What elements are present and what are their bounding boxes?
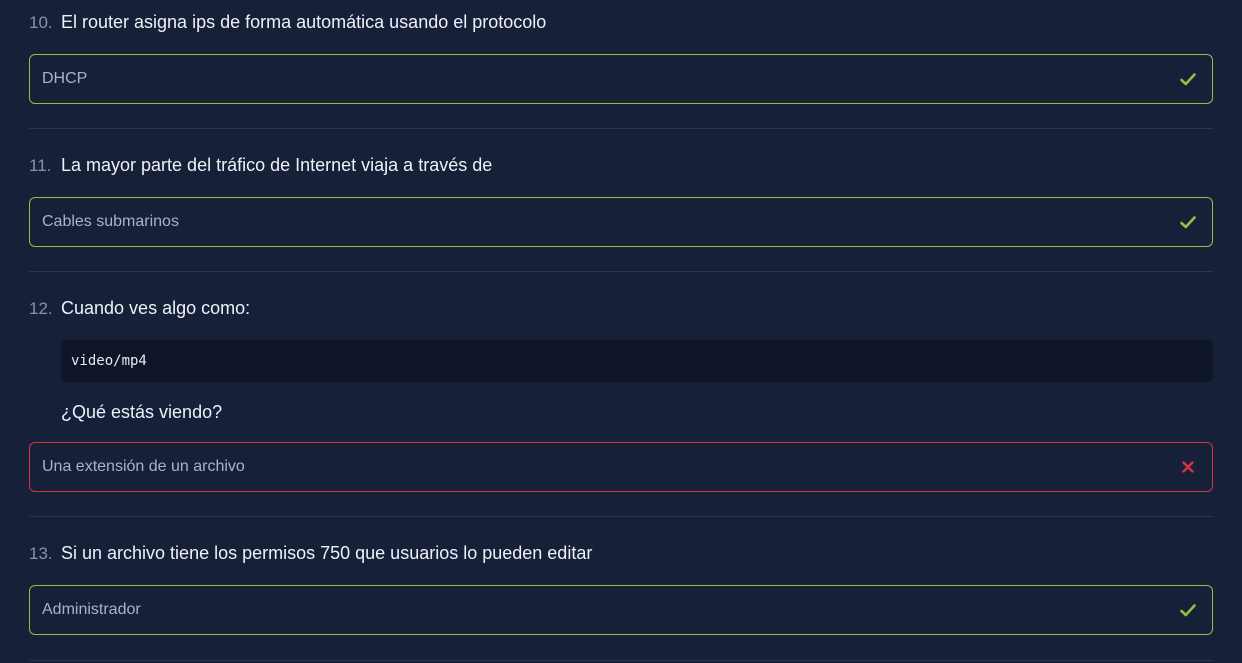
question-text: El router asigna ips de forma automática… [61, 12, 547, 32]
close-icon [1176, 455, 1200, 479]
code-snippet: video/mp4 [61, 340, 1213, 382]
question-12: 12. Cuando ves algo como: video/mp4 ¿Qué… [29, 298, 1213, 498]
answer-option[interactable]: Cables submarinos [29, 197, 1213, 247]
divider [29, 516, 1213, 517]
check-icon [1176, 210, 1200, 234]
answer-text: Administrador [42, 601, 141, 618]
answer-option[interactable]: DHCP [29, 54, 1213, 104]
question-number: 13. [29, 544, 53, 563]
answer-text: Una extensión de un archivo [42, 458, 245, 475]
answer-text: Cables submarinos [42, 213, 179, 230]
check-icon [1176, 67, 1200, 91]
question-number: 10. [29, 13, 53, 32]
code-text: video/mp4 [71, 353, 147, 369]
question-number: 11. [29, 156, 52, 175]
question-number: 12. [29, 299, 53, 318]
check-icon [1176, 598, 1200, 622]
question-10: 10. El router asigna ips de forma automá… [29, 12, 1213, 104]
question-header: 10. El router asigna ips de forma automá… [29, 12, 1213, 36]
answer-text: DHCP [42, 70, 88, 87]
question-text: Si un archivo tiene los permisos 750 que… [61, 543, 593, 563]
question-text: La mayor parte del tráfico de Internet v… [61, 155, 493, 175]
divider [29, 128, 1213, 129]
answer-option[interactable]: Una extensión de un archivo [29, 442, 1213, 492]
question-subtext: ¿Qué estás viendo? [61, 402, 223, 422]
divider [29, 271, 1213, 272]
question-11: 11. La mayor parte del tráfico de Intern… [29, 155, 1213, 247]
question-text: Cuando ves algo como: [61, 298, 251, 318]
divider [29, 660, 1213, 661]
question-13: 13. Si un archivo tiene los permisos 750… [29, 543, 1213, 635]
question-header: 11. La mayor parte del tráfico de Intern… [29, 155, 1213, 179]
question-header: 13. Si un archivo tiene los permisos 750… [29, 543, 1213, 567]
question-header: 12. Cuando ves algo como: [29, 298, 1213, 322]
quiz-results-page: 10. El router asigna ips de forma automá… [0, 0, 1242, 663]
answer-option[interactable]: Administrador [29, 585, 1213, 635]
